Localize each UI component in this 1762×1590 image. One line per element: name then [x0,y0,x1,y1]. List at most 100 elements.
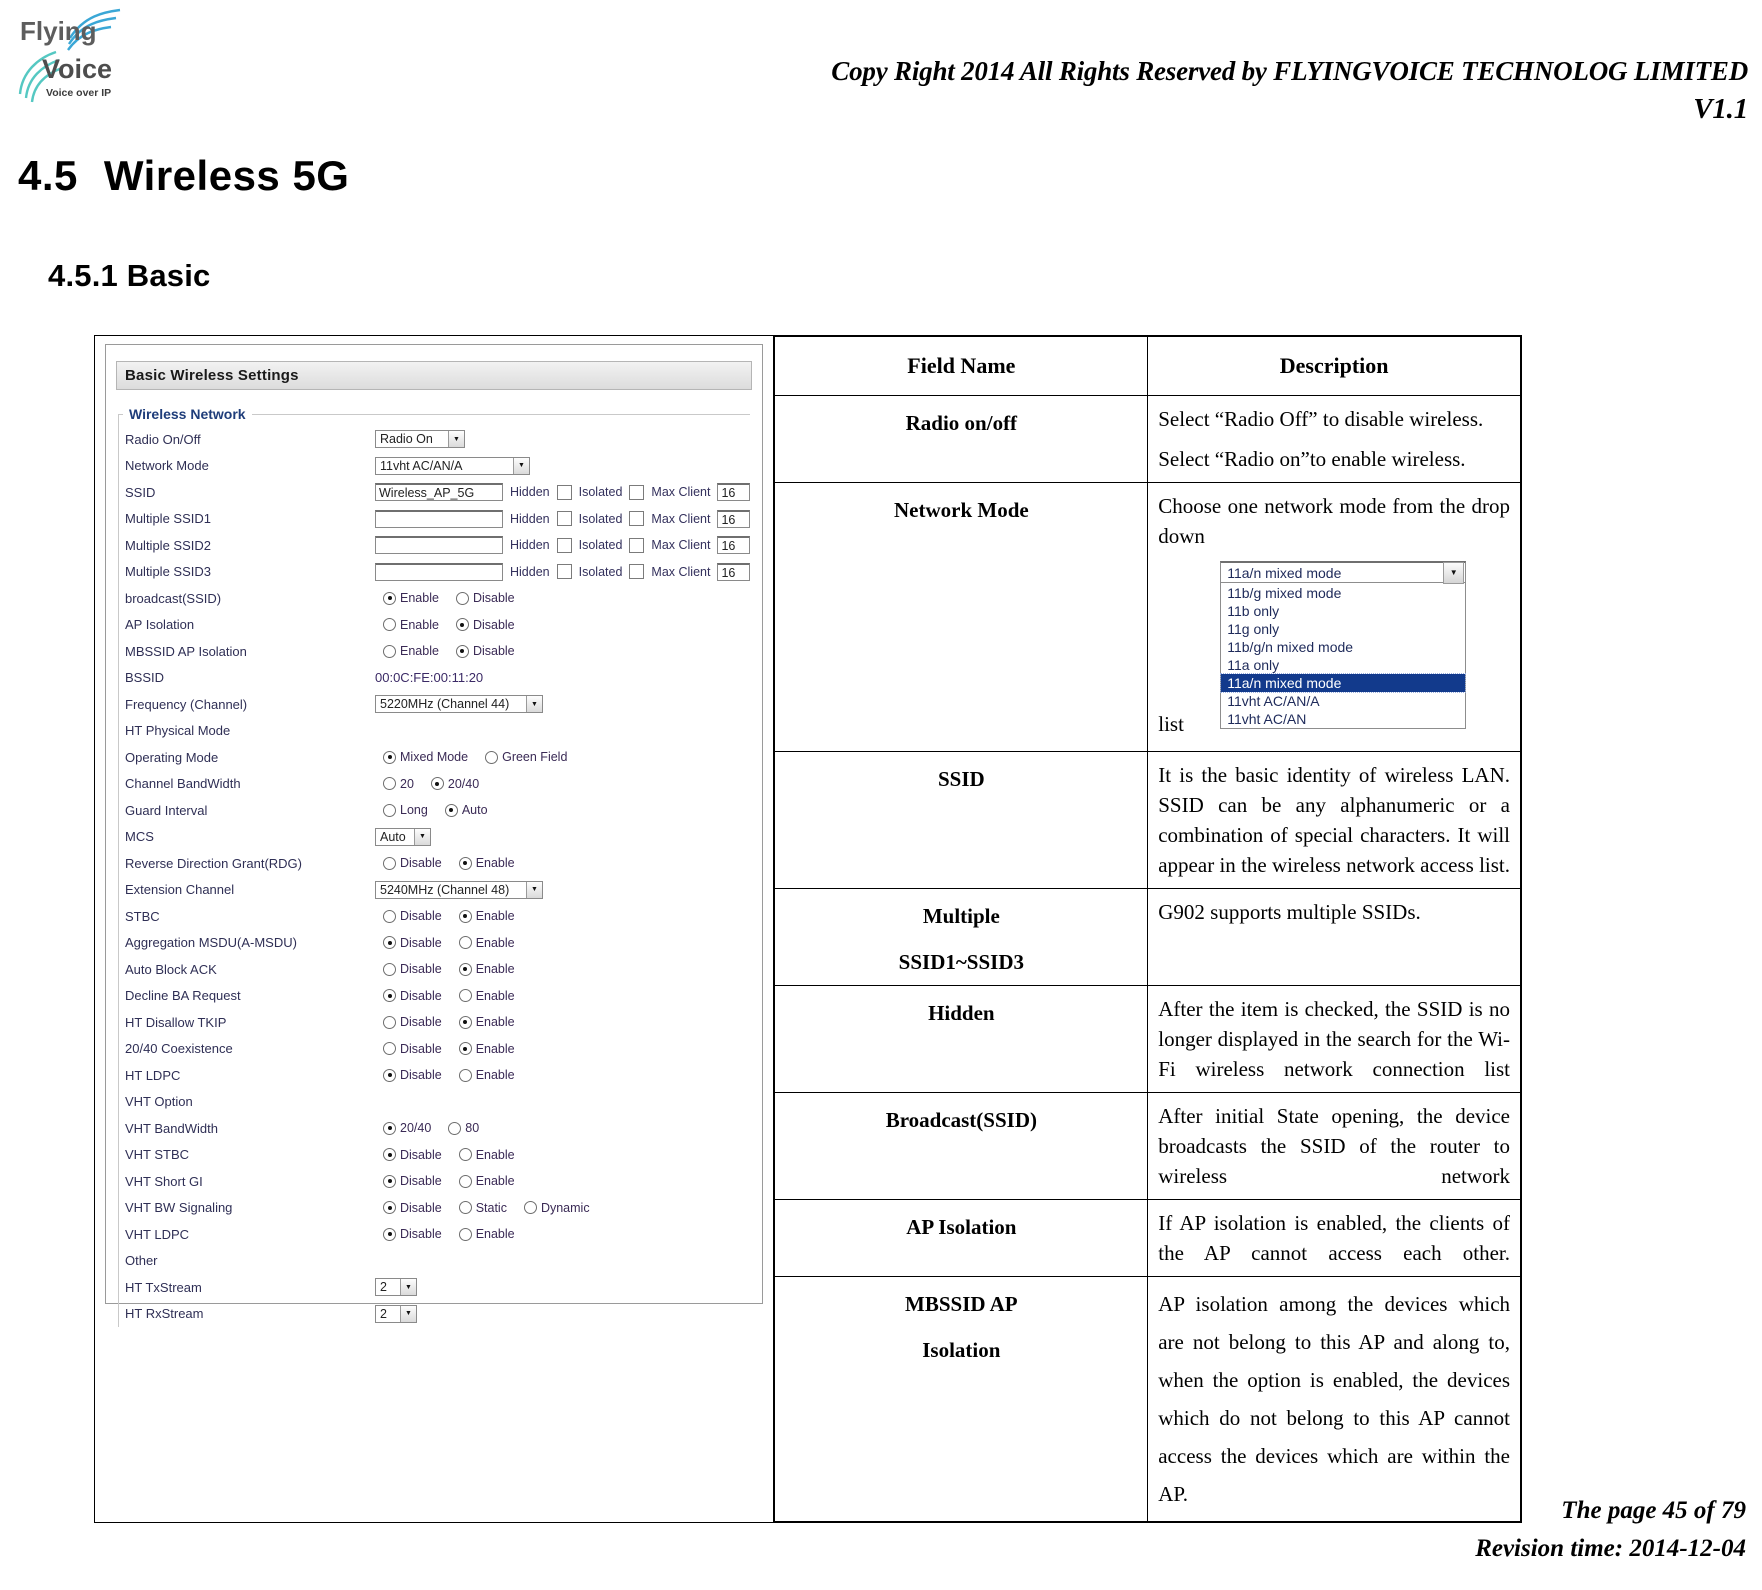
dropdown-option[interactable]: 11a only [1221,656,1465,674]
radio-option[interactable]: Enable [383,591,439,605]
dropdown-17[interactable]: 5240MHz (Channel 48) ▼ [375,880,543,899]
radio-option[interactable]: 20/40 [430,777,479,791]
radio-option[interactable]: 80 [448,1121,479,1135]
max-client-input[interactable]: 16 [717,483,751,502]
radio-button[interactable] [523,1201,537,1215]
radio-button[interactable] [458,909,472,923]
radio-button[interactable] [383,1068,396,1082]
dropdown-10[interactable]: 5220MHz (Channel 44) ▼ [375,695,543,714]
radio-option[interactable]: Disable [383,1042,442,1056]
radio-option[interactable]: Enable [458,1042,515,1056]
chevron-down-icon[interactable]: ▼ [526,881,542,898]
isolated-checkbox[interactable] [629,484,645,500]
radio-button[interactable] [383,803,396,817]
chevron-down-icon[interactable]: ▼ [400,1305,416,1322]
radio-button[interactable] [485,750,499,764]
radio-button[interactable] [444,803,458,817]
dropdown-33[interactable]: 2 ▼ [375,1304,417,1323]
radio-button[interactable] [458,856,472,870]
dropdown-option[interactable]: 11g only [1221,620,1465,638]
max-client-input[interactable]: 16 [717,562,751,581]
radio-button[interactable] [455,644,469,658]
radio-option[interactable]: Disable [455,591,515,605]
radio-button[interactable] [383,644,396,658]
radio-option[interactable]: Disable [383,1174,442,1188]
radio-button[interactable] [383,1227,396,1241]
isolated-checkbox[interactable] [629,537,645,553]
radio-option[interactable]: Disable [383,909,442,923]
chevron-down-icon[interactable]: ▼ [1443,561,1465,584]
dropdown-option-list[interactable]: 11b/g mixed mode 11b only 11g only 11b/g/n … [1220,583,1467,729]
hidden-checkbox[interactable] [556,537,572,553]
radio-button[interactable] [458,1201,472,1215]
radio-option[interactable]: Disable [383,1068,442,1082]
hidden-checkbox[interactable] [556,564,572,580]
radio-option[interactable]: Static [458,1201,507,1215]
radio-button[interactable] [383,1121,396,1135]
network-mode-select[interactable]: 11a/n mixed mode ▼ 11b/g mixed mode 11b onl… [1220,561,1467,729]
radio-option[interactable]: Enable [458,936,515,950]
isolated-checkbox[interactable] [629,564,645,580]
chevron-down-icon[interactable]: ▼ [448,431,464,448]
radio-button[interactable] [383,591,396,605]
radio-button[interactable] [383,856,396,870]
radio-option[interactable]: Disable [383,1201,442,1215]
radio-option[interactable]: Mixed Mode [383,750,468,764]
radio-option[interactable]: Disable [383,1227,442,1241]
ssid-input[interactable] [375,562,503,581]
radio-option[interactable]: Enable [458,962,515,976]
radio-option[interactable]: Disable [455,618,515,632]
radio-button[interactable] [383,1015,396,1029]
dropdown-option[interactable]: 11b only [1221,602,1465,620]
radio-button[interactable] [383,1201,396,1215]
radio-option[interactable]: Disable [383,989,442,1003]
radio-button[interactable] [455,618,469,632]
radio-option[interactable]: Enable [458,1015,515,1029]
dropdown-option[interactable]: 11vht AC/AN/A [1221,692,1465,710]
radio-option[interactable]: Enable [458,1148,515,1162]
hidden-checkbox[interactable] [556,484,572,500]
radio-button[interactable] [458,989,472,1003]
radio-button[interactable] [383,989,396,1003]
hidden-checkbox[interactable] [556,511,572,527]
radio-option[interactable]: Disable [383,856,442,870]
max-client-input[interactable]: 16 [717,536,751,555]
radio-option[interactable]: Enable [383,618,439,632]
radio-button[interactable] [458,1015,472,1029]
radio-option[interactable]: Enable [458,1068,515,1082]
radio-option[interactable]: Long [383,803,428,817]
ssid-input[interactable] [375,536,503,555]
radio-button[interactable] [383,618,396,632]
radio-button[interactable] [383,1174,396,1188]
radio-option[interactable]: Enable [383,644,439,658]
dropdown-15[interactable]: Auto ▼ [375,827,431,846]
radio-button[interactable] [458,1068,472,1082]
radio-option[interactable]: Enable [458,1227,515,1241]
radio-option[interactable]: 20 [383,777,414,791]
ssid-input[interactable] [375,509,503,528]
radio-button[interactable] [458,962,472,976]
radio-button[interactable] [383,909,396,923]
radio-option[interactable]: Enable [458,1174,515,1188]
radio-button[interactable] [458,1227,472,1241]
dropdown-0[interactable]: Radio On ▼ [375,430,465,449]
max-client-input[interactable]: 16 [717,509,751,528]
radio-button[interactable] [383,750,396,764]
radio-option[interactable]: Auto [444,803,488,817]
dropdown-option[interactable]: 11vht AC/AN [1221,710,1465,728]
radio-option[interactable]: Disable [455,644,515,658]
radio-button[interactable] [383,777,396,791]
ssid-input[interactable]: Wireless_AP_5G [375,483,503,502]
radio-button[interactable] [448,1121,462,1135]
radio-button[interactable] [430,777,444,791]
radio-button[interactable] [458,1148,472,1162]
radio-option[interactable]: Enable [458,989,515,1003]
radio-option[interactable]: Dynamic [523,1201,590,1215]
chevron-down-icon[interactable]: ▼ [400,1279,416,1296]
radio-option[interactable]: Green Field [485,750,567,764]
chevron-down-icon[interactable]: ▼ [513,457,529,474]
radio-option[interactable]: Disable [383,1015,442,1029]
radio-button[interactable] [383,962,396,976]
dropdown-option[interactable]: 11b/g/n mixed mode [1221,638,1465,656]
dropdown-option[interactable]: 11b/g mixed mode [1221,584,1465,602]
